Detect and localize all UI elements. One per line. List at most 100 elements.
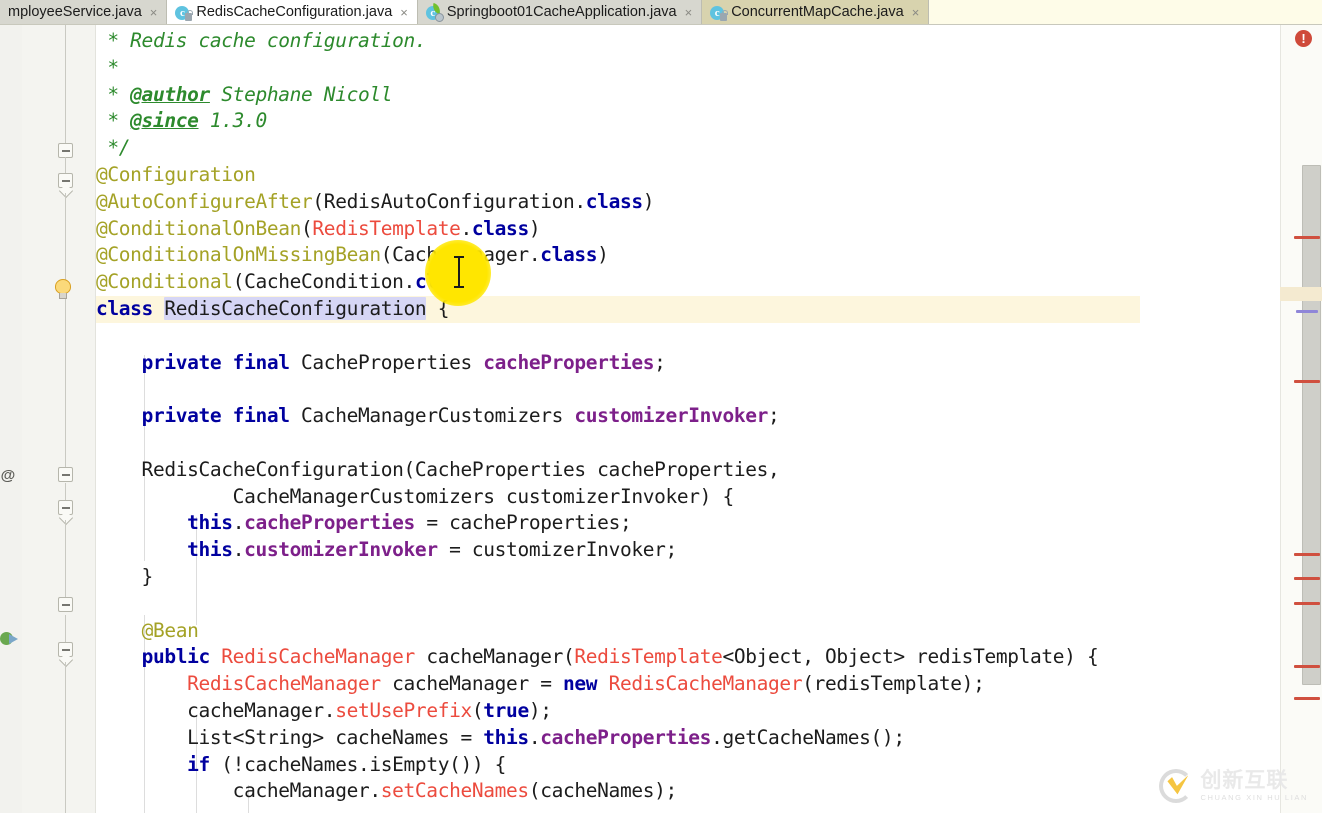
code-token: (RedisAutoConfiguration. xyxy=(312,190,585,213)
code-token: cacheManager( xyxy=(415,645,574,668)
code-token: (CacheManager. xyxy=(381,243,540,266)
code-line-text xyxy=(96,324,107,347)
code-line: this.customizerInvoker = customizerInvok… xyxy=(96,537,1098,564)
code-token: class xyxy=(415,270,472,293)
code-token: @since xyxy=(130,109,198,132)
code-token: public xyxy=(142,645,210,668)
error-stripe-7[interactable] xyxy=(1294,697,1320,700)
code-token: true xyxy=(483,699,529,722)
fold-marker-class-start[interactable] xyxy=(58,173,73,188)
current-line-marker-band xyxy=(1280,287,1322,301)
fold-region-line xyxy=(65,520,66,600)
code-line-text: RedisCacheManager cacheManager = new Red… xyxy=(96,672,984,695)
error-stripe-1[interactable] xyxy=(1294,236,1320,239)
code-token: @ConditionalOnBean xyxy=(96,217,301,240)
code-token: ) xyxy=(643,190,654,213)
error-stripe-3[interactable] xyxy=(1294,553,1320,556)
code-token: (!cacheNames.isEmpty()) { xyxy=(210,753,506,776)
intention-bulb-icon[interactable] xyxy=(54,279,73,300)
code-token: 1.3.0 xyxy=(199,109,267,132)
code-line: */ xyxy=(96,135,1098,162)
code-line: @Bean xyxy=(96,618,1098,645)
fold-marker-constructor-end[interactable] xyxy=(58,597,73,612)
code-token: . xyxy=(233,511,244,534)
code-token xyxy=(96,351,142,374)
code-token: RedisTemplate xyxy=(574,645,722,668)
code-token: RedisCacheManager xyxy=(221,645,415,668)
code-line-text xyxy=(96,431,107,454)
code-token xyxy=(96,753,187,776)
code-line: RedisCacheConfiguration(CacheProperties … xyxy=(96,457,1098,484)
editor-gutter[interactable] xyxy=(22,25,96,813)
fold-region-line xyxy=(65,193,66,471)
java-class-icon: c xyxy=(710,5,726,21)
code-token: <Object, Object> redisTemplate) { xyxy=(722,645,1098,668)
annotation-gutter-icon[interactable]: @ xyxy=(0,468,16,484)
code-surface[interactable]: * Redis cache configuration. * * @author… xyxy=(96,25,1280,813)
fold-marker-bean-method[interactable] xyxy=(58,642,73,657)
fold-marker-javadoc-end[interactable] xyxy=(58,143,73,158)
code-editor[interactable]: @ * Redis cache configuration. * * @auth… xyxy=(0,25,1322,813)
code-line-text: * xyxy=(96,56,119,79)
close-icon[interactable]: × xyxy=(400,6,408,19)
code-token: . xyxy=(233,538,244,561)
close-icon[interactable]: × xyxy=(685,6,693,19)
code-token: ) xyxy=(597,243,608,266)
code-token: } xyxy=(96,565,153,588)
code-token: class xyxy=(472,217,529,240)
tab-bar-filler xyxy=(929,0,1322,24)
code-token: (CacheCondition. xyxy=(233,270,415,293)
close-icon[interactable]: × xyxy=(912,6,920,19)
code-token: CacheProperties xyxy=(290,351,484,374)
code-token: . xyxy=(461,217,472,240)
code-line-text: @Configuration xyxy=(96,163,255,186)
run-gutter-arrow-icon[interactable] xyxy=(0,630,20,648)
code-line-text: this.customizerInvoker = customizerInvok… xyxy=(96,538,677,561)
annotation-strip: @ xyxy=(0,25,22,813)
code-token: ); xyxy=(529,699,552,722)
code-token: cacheProperties xyxy=(483,351,654,374)
code-token: CacheManagerCustomizers xyxy=(290,404,575,427)
code-line xyxy=(96,376,1098,403)
code-line: cacheManager.setUsePrefix(true); xyxy=(96,698,1098,725)
caret-position-stripe[interactable] xyxy=(1296,310,1318,313)
code-line: * @author Stephane Nicoll xyxy=(96,82,1098,109)
code-token: cacheManager. xyxy=(96,779,381,802)
code-line-text: RedisCacheConfiguration(CacheProperties … xyxy=(96,458,779,481)
error-count-badge[interactable]: ! xyxy=(1295,30,1312,47)
code-token: ) xyxy=(529,217,540,240)
editor-tab-3[interactable]: cConcurrentMapCache.java× xyxy=(702,0,929,25)
editor-tab-0[interactable]: mployeeService.java× xyxy=(0,0,167,25)
code-token: RedisTemplate xyxy=(312,217,460,240)
code-token: @author xyxy=(130,83,210,106)
code-token: RedisCacheConfiguration xyxy=(164,297,426,320)
code-line-text: if (!cacheNames.isEmpty()) { xyxy=(96,753,506,776)
code-token: cacheManager = xyxy=(381,672,563,695)
editor-tab-2[interactable]: cSpringboot01CacheApplication.java× xyxy=(418,0,702,25)
error-marker-panel[interactable]: ! xyxy=(1280,25,1322,813)
code-token: cacheProperties xyxy=(540,726,711,749)
code-token: cacheManager. xyxy=(96,699,335,722)
fold-marker-constructor[interactable] xyxy=(58,500,73,515)
code-token: new xyxy=(563,672,597,695)
code-line-text: @ConditionalOnBean(RedisTemplate.class) xyxy=(96,217,540,240)
code-line-text: CacheManagerCustomizers customizerInvoke… xyxy=(96,485,734,508)
error-stripe-6[interactable] xyxy=(1294,665,1320,668)
code-line-text: @Bean xyxy=(96,619,199,642)
error-stripe-4[interactable] xyxy=(1294,577,1320,580)
code-line-text: * @since 1.3.0 xyxy=(96,109,267,132)
ide-window: mployeeService.java×cRedisCacheConfigura… xyxy=(0,0,1322,813)
close-icon[interactable]: × xyxy=(150,6,158,19)
fold-marker-class-body[interactable] xyxy=(58,467,73,482)
vertical-scrollbar-thumb[interactable] xyxy=(1302,165,1321,685)
error-stripe-2[interactable] xyxy=(1294,380,1320,383)
code-line-text: cacheManager.setCacheNames(cacheNames); xyxy=(96,779,677,802)
code-token: this xyxy=(483,726,529,749)
code-token: class xyxy=(586,190,643,213)
code-line-text: @AutoConfigureAfter(RedisAutoConfigurati… xyxy=(96,190,654,213)
editor-tab-bar: mployeeService.java×cRedisCacheConfigura… xyxy=(0,0,1322,25)
editor-tab-1[interactable]: cRedisCacheConfiguration.java× xyxy=(167,0,417,25)
code-line: @AutoConfigureAfter(RedisAutoConfigurati… xyxy=(96,189,1098,216)
code-token: private final xyxy=(142,404,290,427)
error-stripe-5[interactable] xyxy=(1294,602,1320,605)
